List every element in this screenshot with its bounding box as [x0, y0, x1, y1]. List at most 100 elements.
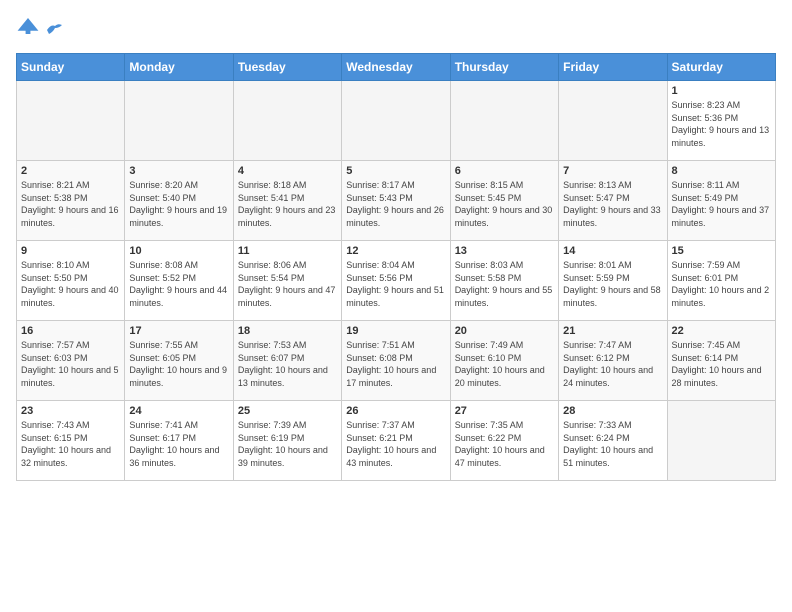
calendar-cell: 28 Sunrise: 7:33 AM Sunset: 6:24 PM Dayli…: [559, 401, 667, 481]
day-number: 4: [238, 165, 337, 177]
day-info: Sunrise: 8:15 AM Sunset: 5:45 PM Dayligh…: [455, 179, 554, 229]
day-info: Sunrise: 8:18 AM Sunset: 5:41 PM Dayligh…: [238, 179, 337, 229]
day-info: Sunrise: 7:59 AM Sunset: 6:01 PM Dayligh…: [672, 259, 771, 309]
day-info: Sunrise: 8:08 AM Sunset: 5:52 PM Dayligh…: [129, 259, 228, 309]
calendar-cell: 3 Sunrise: 8:20 AM Sunset: 5:40 PM Daylig…: [125, 161, 233, 241]
weekday-header-saturday: Saturday: [667, 54, 775, 81]
day-info: Sunrise: 7:57 AM Sunset: 6:03 PM Dayligh…: [21, 339, 120, 389]
calendar-cell: [450, 81, 558, 161]
day-number: 13: [455, 245, 554, 257]
calendar-cell: 18 Sunrise: 7:53 AM Sunset: 6:07 PM Dayli…: [233, 321, 341, 401]
day-info: Sunrise: 7:47 AM Sunset: 6:12 PM Dayligh…: [563, 339, 662, 389]
day-info: Sunrise: 8:20 AM Sunset: 5:40 PM Dayligh…: [129, 179, 228, 229]
day-number: 18: [238, 325, 337, 337]
day-info: Sunrise: 7:35 AM Sunset: 6:22 PM Dayligh…: [455, 419, 554, 469]
day-number: 2: [21, 165, 120, 177]
weekday-header-wednesday: Wednesday: [342, 54, 450, 81]
logo-icon: [16, 16, 40, 36]
calendar-cell: [342, 81, 450, 161]
logo: [16, 16, 64, 41]
week-row-2: 2 Sunrise: 8:21 AM Sunset: 5:38 PM Daylig…: [17, 161, 776, 241]
day-info: Sunrise: 8:01 AM Sunset: 5:59 PM Dayligh…: [563, 259, 662, 309]
day-info: Sunrise: 8:06 AM Sunset: 5:54 PM Dayligh…: [238, 259, 337, 309]
day-info: Sunrise: 8:03 AM Sunset: 5:58 PM Dayligh…: [455, 259, 554, 309]
calendar-cell: 10 Sunrise: 8:08 AM Sunset: 5:52 PM Dayli…: [125, 241, 233, 321]
day-info: Sunrise: 7:37 AM Sunset: 6:21 PM Dayligh…: [346, 419, 445, 469]
day-number: 17: [129, 325, 228, 337]
day-info: Sunrise: 7:41 AM Sunset: 6:17 PM Dayligh…: [129, 419, 228, 469]
calendar-cell: 17 Sunrise: 7:55 AM Sunset: 6:05 PM Dayli…: [125, 321, 233, 401]
day-number: 5: [346, 165, 445, 177]
weekday-header-monday: Monday: [125, 54, 233, 81]
weekday-header-row: SundayMondayTuesdayWednesdayThursdayFrid…: [17, 54, 776, 81]
calendar-cell: [667, 401, 775, 481]
calendar-cell: [17, 81, 125, 161]
day-number: 12: [346, 245, 445, 257]
day-info: Sunrise: 7:51 AM Sunset: 6:08 PM Dayligh…: [346, 339, 445, 389]
weekday-header-tuesday: Tuesday: [233, 54, 341, 81]
day-info: Sunrise: 7:55 AM Sunset: 6:05 PM Dayligh…: [129, 339, 228, 389]
calendar-cell: 25 Sunrise: 7:39 AM Sunset: 6:19 PM Dayli…: [233, 401, 341, 481]
calendar-cell: 19 Sunrise: 7:51 AM Sunset: 6:08 PM Dayli…: [342, 321, 450, 401]
header: [16, 16, 776, 41]
day-number: 6: [455, 165, 554, 177]
calendar-cell: 27 Sunrise: 7:35 AM Sunset: 6:22 PM Dayli…: [450, 401, 558, 481]
day-number: 20: [455, 325, 554, 337]
calendar-cell: 11 Sunrise: 8:06 AM Sunset: 5:54 PM Dayli…: [233, 241, 341, 321]
calendar-cell: 16Sunrise: 7:57 AM Sunset: 6:03 PM Dayli…: [17, 321, 125, 401]
day-number: 10: [129, 245, 228, 257]
calendar-cell: 22 Sunrise: 7:45 AM Sunset: 6:14 PM Dayli…: [667, 321, 775, 401]
day-number: 15: [672, 245, 771, 257]
day-info: Sunrise: 7:45 AM Sunset: 6:14 PM Dayligh…: [672, 339, 771, 389]
calendar-cell: 6 Sunrise: 8:15 AM Sunset: 5:45 PM Daylig…: [450, 161, 558, 241]
day-info: Sunrise: 8:10 AM Sunset: 5:50 PM Dayligh…: [21, 259, 120, 309]
day-number: 24: [129, 405, 228, 417]
calendar-cell: 5 Sunrise: 8:17 AM Sunset: 5:43 PM Daylig…: [342, 161, 450, 241]
day-number: 9: [21, 245, 120, 257]
day-number: 3: [129, 165, 228, 177]
day-info: Sunrise: 8:21 AM Sunset: 5:38 PM Dayligh…: [21, 179, 120, 229]
day-number: 11: [238, 245, 337, 257]
logo-bird-icon: [45, 22, 63, 36]
day-info: Sunrise: 7:39 AM Sunset: 6:19 PM Dayligh…: [238, 419, 337, 469]
day-info: Sunrise: 8:13 AM Sunset: 5:47 PM Dayligh…: [563, 179, 662, 229]
day-info: Sunrise: 8:17 AM Sunset: 5:43 PM Dayligh…: [346, 179, 445, 229]
day-number: 27: [455, 405, 554, 417]
calendar-cell: 23Sunrise: 7:43 AM Sunset: 6:15 PM Dayli…: [17, 401, 125, 481]
calendar-cell: 21 Sunrise: 7:47 AM Sunset: 6:12 PM Dayli…: [559, 321, 667, 401]
day-number: 7: [563, 165, 662, 177]
calendar-cell: 1 Sunrise: 8:23 AM Sunset: 5:36 PM Daylig…: [667, 81, 775, 161]
weekday-header-friday: Friday: [559, 54, 667, 81]
day-info: Sunrise: 7:33 AM Sunset: 6:24 PM Dayligh…: [563, 419, 662, 469]
day-number: 26: [346, 405, 445, 417]
week-row-5: 23Sunrise: 7:43 AM Sunset: 6:15 PM Dayli…: [17, 401, 776, 481]
day-number: 1: [672, 85, 771, 97]
calendar-table: SundayMondayTuesdayWednesdayThursdayFrid…: [16, 53, 776, 481]
day-number: 22: [672, 325, 771, 337]
calendar-cell: 9 Sunrise: 8:10 AM Sunset: 5:50 PM Daylig…: [17, 241, 125, 321]
calendar-cell: [559, 81, 667, 161]
day-number: 19: [346, 325, 445, 337]
calendar-cell: 26 Sunrise: 7:37 AM Sunset: 6:21 PM Dayli…: [342, 401, 450, 481]
calendar-cell: 20 Sunrise: 7:49 AM Sunset: 6:10 PM Dayli…: [450, 321, 558, 401]
day-number: 21: [563, 325, 662, 337]
calendar-cell: 13 Sunrise: 8:03 AM Sunset: 5:58 PM Dayli…: [450, 241, 558, 321]
weekday-header-thursday: Thursday: [450, 54, 558, 81]
week-row-1: 1 Sunrise: 8:23 AM Sunset: 5:36 PM Daylig…: [17, 81, 776, 161]
day-info: Sunrise: 8:23 AM Sunset: 5:36 PM Dayligh…: [672, 99, 771, 149]
day-info: Sunrise: 8:04 AM Sunset: 5:56 PM Dayligh…: [346, 259, 445, 309]
day-number: 25: [238, 405, 337, 417]
day-number: 8: [672, 165, 771, 177]
calendar-cell: 8 Sunrise: 8:11 AM Sunset: 5:49 PM Daylig…: [667, 161, 775, 241]
day-info: Sunrise: 7:49 AM Sunset: 6:10 PM Dayligh…: [455, 339, 554, 389]
day-info: Sunrise: 7:43 AM Sunset: 6:15 PM Dayligh…: [21, 419, 120, 469]
day-number: 28: [563, 405, 662, 417]
calendar-cell: 24 Sunrise: 7:41 AM Sunset: 6:17 PM Dayli…: [125, 401, 233, 481]
day-number: 14: [563, 245, 662, 257]
day-info: Sunrise: 8:11 AM Sunset: 5:49 PM Dayligh…: [672, 179, 771, 229]
week-row-3: 9 Sunrise: 8:10 AM Sunset: 5:50 PM Daylig…: [17, 241, 776, 321]
day-info: Sunrise: 7:53 AM Sunset: 6:07 PM Dayligh…: [238, 339, 337, 389]
calendar-cell: 15 Sunrise: 7:59 AM Sunset: 6:01 PM Dayli…: [667, 241, 775, 321]
week-row-4: 16Sunrise: 7:57 AM Sunset: 6:03 PM Dayli…: [17, 321, 776, 401]
calendar-cell: 2 Sunrise: 8:21 AM Sunset: 5:38 PM Daylig…: [17, 161, 125, 241]
